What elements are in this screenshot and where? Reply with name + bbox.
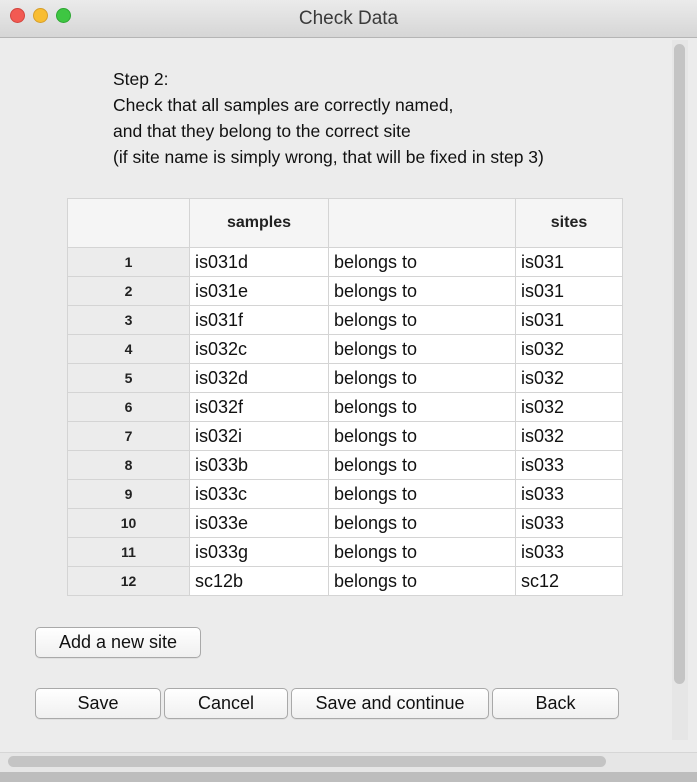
site-cell[interactable]: is031: [515, 276, 623, 306]
table-row[interactable]: 11 is033g belongs to is033: [67, 537, 623, 567]
sample-cell[interactable]: is033g: [189, 537, 329, 567]
table-row[interactable]: 4 is032c belongs to is032: [67, 334, 623, 364]
site-cell[interactable]: is032: [515, 421, 623, 451]
relation-cell[interactable]: belongs to: [328, 334, 516, 364]
row-number-cell: 11: [67, 537, 190, 567]
sample-cell[interactable]: is033c: [189, 479, 329, 509]
sample-cell[interactable]: is032i: [189, 421, 329, 451]
instruction-line: and that they belong to the correct site: [113, 121, 411, 141]
relation-cell[interactable]: belongs to: [328, 537, 516, 567]
cancel-button[interactable]: Cancel: [164, 688, 288, 719]
relation-cell[interactable]: belongs to: [328, 247, 516, 277]
site-cell[interactable]: is031: [515, 305, 623, 335]
row-number-cell: 6: [67, 392, 190, 422]
row-number-cell: 12: [67, 566, 190, 596]
relation-cell[interactable]: belongs to: [328, 276, 516, 306]
site-cell[interactable]: is033: [515, 450, 623, 480]
relation-cell[interactable]: belongs to: [328, 421, 516, 451]
table-row[interactable]: 3 is031f belongs to is031: [67, 305, 623, 335]
window-title: Check Data: [298, 8, 399, 29]
row-number-cell: 4: [67, 334, 190, 364]
table-row[interactable]: 10 is033e belongs to is033: [67, 508, 623, 538]
table-row[interactable]: 8 is033b belongs to is033: [67, 450, 623, 480]
samples-sites-table: samples sites 1 is031d belongs to is031 2 is0…: [67, 198, 623, 596]
instruction-line: Check that all samples are correctly nam…: [113, 95, 454, 115]
row-number-cell: 7: [67, 421, 190, 451]
sample-cell[interactable]: is031d: [189, 247, 329, 277]
relation-cell[interactable]: belongs to: [328, 450, 516, 480]
table-row[interactable]: 9 is033c belongs to is033: [67, 479, 623, 509]
row-number-cell: 1: [67, 247, 190, 277]
site-cell[interactable]: is032: [515, 334, 623, 364]
row-number-cell: 9: [67, 479, 190, 509]
instruction-line: (if site name is simply wrong, that will…: [113, 147, 544, 167]
vertical-scrollbar-thumb[interactable]: [674, 44, 685, 684]
sample-cell[interactable]: is033b: [189, 450, 329, 480]
row-number-cell: 5: [67, 363, 190, 393]
row-number-cell: 8: [67, 450, 190, 480]
add-new-site-button[interactable]: Add a new site: [35, 627, 201, 658]
site-cell[interactable]: is033: [515, 479, 623, 509]
save-button[interactable]: Save: [35, 688, 161, 719]
back-button[interactable]: Back: [492, 688, 619, 719]
horizontal-scrollbar-thumb[interactable]: [8, 756, 606, 767]
check-data-window: Check Data Step 2: Check that all sample…: [0, 0, 697, 782]
bottom-edge: [0, 772, 697, 782]
table-row[interactable]: 1 is031d belongs to is031: [67, 247, 623, 277]
relation-cell[interactable]: belongs to: [328, 508, 516, 538]
row-number-cell: 2: [67, 276, 190, 306]
relation-column-header[interactable]: [328, 198, 516, 248]
table-row[interactable]: 6 is032f belongs to is032: [67, 392, 623, 422]
sample-cell[interactable]: is032d: [189, 363, 329, 393]
sample-cell[interactable]: is031f: [189, 305, 329, 335]
table-row[interactable]: 7 is032i belongs to is032: [67, 421, 623, 451]
table-body: 1 is031d belongs to is031 2 is031e belongs to i…: [67, 247, 623, 596]
site-cell[interactable]: is033: [515, 508, 623, 538]
site-cell[interactable]: is031: [515, 247, 623, 277]
site-cell[interactable]: is033: [515, 537, 623, 567]
instruction-step-heading: Step 2:: [113, 69, 169, 89]
instructions: Step 2: Check that all samples are corre…: [113, 66, 544, 170]
row-number-cell: 3: [67, 305, 190, 335]
table-header-row: samples sites: [67, 198, 623, 248]
sample-cell[interactable]: is031e: [189, 276, 329, 306]
table-row[interactable]: 5 is032d belongs to is032: [67, 363, 623, 393]
site-cell[interactable]: is032: [515, 392, 623, 422]
sample-cell[interactable]: sc12b: [189, 566, 329, 596]
relation-cell[interactable]: belongs to: [328, 479, 516, 509]
row-number-header: [67, 198, 190, 248]
title-bar: Check Data: [0, 0, 697, 38]
table-row[interactable]: 2 is031e belongs to is031: [67, 276, 623, 306]
site-cell[interactable]: sc12: [515, 566, 623, 596]
site-cell[interactable]: is032: [515, 363, 623, 393]
relation-cell[interactable]: belongs to: [328, 566, 516, 596]
sample-cell[interactable]: is033e: [189, 508, 329, 538]
sample-cell[interactable]: is032c: [189, 334, 329, 364]
save-and-continue-button[interactable]: Save and continue: [291, 688, 489, 719]
relation-cell[interactable]: belongs to: [328, 363, 516, 393]
relation-cell[interactable]: belongs to: [328, 305, 516, 335]
relation-cell[interactable]: belongs to: [328, 392, 516, 422]
samples-column-header[interactable]: samples: [189, 198, 329, 248]
sites-column-header[interactable]: sites: [515, 198, 623, 248]
table-row[interactable]: 12 sc12b belongs to sc12: [67, 566, 623, 596]
sample-cell[interactable]: is032f: [189, 392, 329, 422]
row-number-cell: 10: [67, 508, 190, 538]
